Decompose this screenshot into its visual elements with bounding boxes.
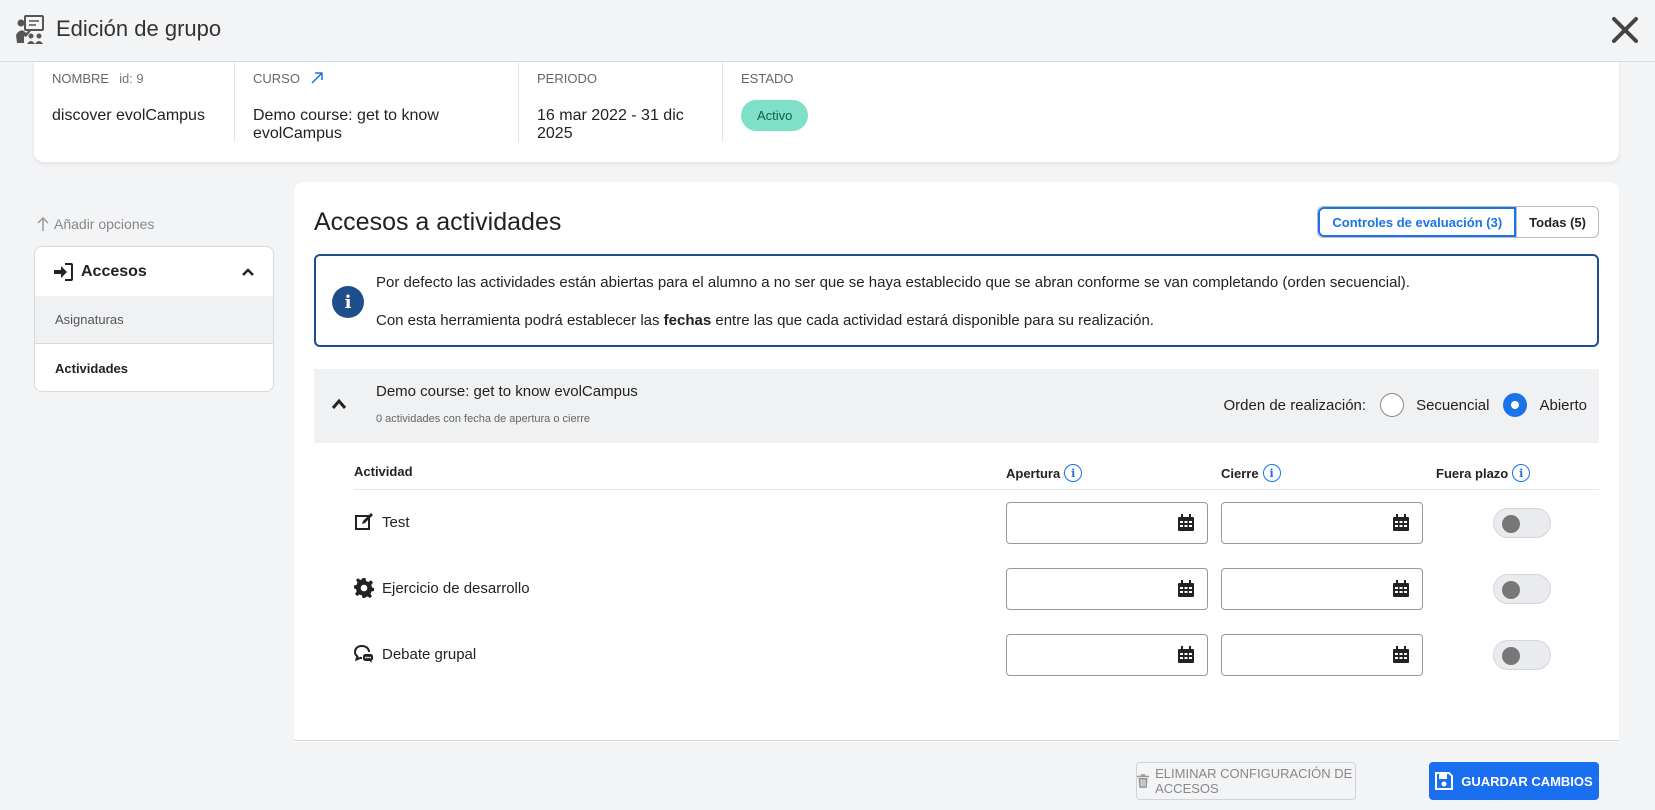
course-label: CURSO <box>253 70 300 86</box>
activity-filter: Controles de evaluación (3) Todas (5) <box>1317 206 1599 238</box>
sidebar-item-actividades[interactable]: Actividades <box>35 344 273 391</box>
save-button-label: GUARDAR CAMBIOS <box>1461 773 1593 789</box>
period-column: PERIODO 16 mar 2022 - 31 dic 2025 <box>518 62 722 142</box>
group-id: id: 9 <box>119 70 144 86</box>
info-line-2: Con esta herramienta podrá establecer la… <box>376 312 1154 329</box>
radio-sequential-label[interactable]: Secuencial <box>1416 397 1489 414</box>
opening-date-input[interactable] <box>1006 568 1208 610</box>
status-column: ESTADO Activo <box>722 62 922 142</box>
late-toggle[interactable] <box>1493 574 1551 604</box>
course-column: CURSO Demo course: get to know evolCampu… <box>234 62 518 142</box>
col-closing: Cierre i <box>1221 464 1281 482</box>
chat-bubbles-icon <box>354 645 373 663</box>
period-label: PERIODO <box>537 70 597 86</box>
sidebar-item-asignaturas[interactable]: Asignaturas <box>35 296 273 344</box>
delete-button-label: ELIMINAR CONFIGURACIÓN DE ACCESOS <box>1155 766 1353 796</box>
sidebar-section-accesos[interactable]: Accesos <box>35 247 273 296</box>
order-label: Orden de realización: <box>1223 396 1367 414</box>
radio-sequential[interactable] <box>1380 393 1405 417</box>
calendar-icon[interactable] <box>1392 514 1410 532</box>
radio-open-label[interactable]: Abierto <box>1539 397 1587 414</box>
calendar-icon[interactable] <box>1177 514 1195 532</box>
trash-icon <box>1137 774 1150 788</box>
filter-evaluation-controls[interactable]: Controles de evaluación (3) <box>1318 207 1517 237</box>
sidebar-section-label: Accesos <box>81 262 147 280</box>
course-name: Demo course: get to know evolCampus <box>253 107 439 142</box>
status-badge: Activo <box>741 100 809 131</box>
main-panel: Accesos a actividades Controles de evalu… <box>294 182 1619 742</box>
opening-date-input[interactable] <box>1006 502 1208 544</box>
late-toggle[interactable] <box>1493 640 1551 670</box>
table-row: Ejercicio de desarrollo <box>354 556 1599 622</box>
info-line-1: Por defecto las actividades están abiert… <box>376 274 1410 291</box>
teacher-board-icon <box>16 15 44 44</box>
add-options-link[interactable]: Añadir opciones <box>36 216 154 232</box>
col-opening: Apertura i <box>1006 464 1083 482</box>
calendar-icon[interactable] <box>1392 646 1410 664</box>
group-name: discover evolCampus <box>52 107 205 124</box>
external-link-icon[interactable] <box>310 71 324 85</box>
close-icon[interactable] <box>1609 14 1641 46</box>
course-title: Demo course: get to know evolCampus <box>376 383 638 400</box>
chevron-up-icon[interactable] <box>330 395 348 413</box>
activity-name: Debate grupal <box>382 645 477 663</box>
section-title: Accesos a actividades <box>314 208 562 236</box>
info-icon[interactable]: i <box>1064 464 1083 482</box>
name-label: NOMBRE <box>52 70 110 86</box>
late-toggle[interactable] <box>1493 508 1551 538</box>
arrow-up-icon <box>37 216 49 231</box>
radio-open[interactable] <box>1503 393 1528 417</box>
filter-all[interactable]: Todas (5) <box>1516 207 1598 237</box>
course-header: Demo course: get to know evolCampus 0 ac… <box>314 369 1599 443</box>
course-subtitle: 0 actividades con fecha de apertura o ci… <box>376 413 591 425</box>
opening-date-input[interactable] <box>1006 634 1208 676</box>
table-row: Test <box>354 490 1599 556</box>
delete-access-config-button[interactable]: ELIMINAR CONFIGURACIÓN DE ACCESOS <box>1136 762 1356 800</box>
info-notice: i Por defecto las actividades están abie… <box>314 254 1599 347</box>
save-changes-button[interactable]: GUARDAR CAMBIOS <box>1429 762 1599 800</box>
status-label: ESTADO <box>741 70 794 86</box>
info-icon: i <box>332 286 364 318</box>
footer-divider <box>294 740 1619 741</box>
gear-icon <box>354 578 374 598</box>
sign-in-icon <box>54 262 73 281</box>
floppy-disk-icon <box>1435 772 1454 790</box>
top-bar: Edición de grupo <box>0 0 1655 62</box>
table-header: Actividad Apertura i Cierre i Fuera plazo i <box>354 452 1599 490</box>
col-late: Fuera plazo i <box>1436 464 1531 482</box>
info-icon[interactable]: i <box>1262 464 1281 482</box>
closing-date-input[interactable] <box>1221 502 1423 544</box>
calendar-icon[interactable] <box>1392 580 1410 598</box>
group-info-card: NOMBRE id: 9 discover evolCampus CURSO D… <box>34 62 1619 162</box>
col-activity: Actividad <box>354 464 413 479</box>
edit-square-icon <box>355 513 373 530</box>
activity-name: Ejercicio de desarrollo <box>382 579 530 597</box>
table-row: Debate grupal <box>354 622 1599 688</box>
activity-name: Test <box>382 513 410 531</box>
page-title: Edición de grupo <box>56 16 222 41</box>
calendar-icon[interactable] <box>1177 646 1195 664</box>
order-selector: Orden de realización: Secuencial Abierto <box>1223 393 1587 417</box>
closing-date-input[interactable] <box>1221 568 1423 610</box>
closing-date-input[interactable] <box>1221 634 1423 676</box>
name-column: NOMBRE id: 9 discover evolCampus <box>34 62 234 142</box>
add-options-label: Añadir opciones <box>54 216 155 232</box>
chevron-up-icon[interactable] <box>241 267 255 277</box>
sidebar-nav: Accesos Asignaturas Actividades <box>34 246 274 392</box>
period-value: 16 mar 2022 - 31 dic 2025 <box>537 107 684 142</box>
calendar-icon[interactable] <box>1177 580 1195 598</box>
info-icon[interactable]: i <box>1512 464 1531 482</box>
activities-table: Actividad Apertura i Cierre i Fuera plazo i… <box>354 452 1599 688</box>
